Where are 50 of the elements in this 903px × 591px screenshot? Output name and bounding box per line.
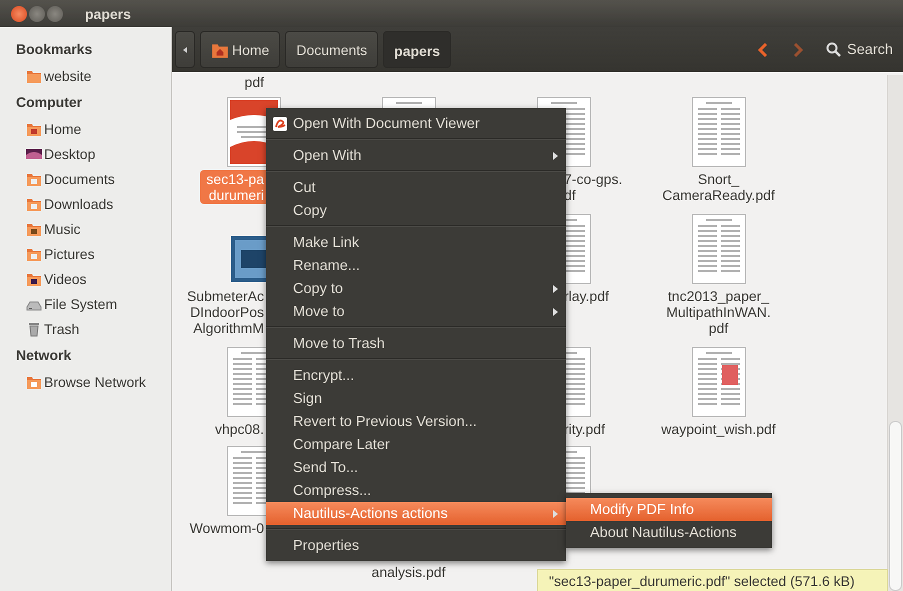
menu-item[interactable]: About Nautilus-Actions <box>566 521 772 544</box>
sidebar-item[interactable]: Music <box>0 216 171 241</box>
menu-item[interactable]: Encrypt... <box>266 364 566 387</box>
sidebar-item[interactable]: website <box>0 63 171 88</box>
sidebar-item[interactable]: Trash <box>0 316 171 341</box>
breadcrumb-button[interactable]: papers <box>383 31 452 68</box>
sidebar-item[interactable]: Videos <box>0 266 171 291</box>
pdf-thumbnail[interactable] <box>692 347 746 417</box>
file-name[interactable]: waypoint_wish.pdf <box>655 420 782 438</box>
sidebar-item[interactable]: Browse Network <box>0 369 171 394</box>
sidebar-item[interactable]: Home <box>0 116 171 141</box>
minimize-button[interactable] <box>29 6 45 22</box>
menu-item[interactable]: Open With <box>266 144 566 167</box>
submenu-arrow-icon <box>553 510 558 518</box>
menu-item[interactable]: Send To... <box>266 456 566 479</box>
sidebar-item[interactable]: Downloads <box>0 191 171 216</box>
search-button[interactable]: Search <box>818 42 893 58</box>
window-title: papers <box>85 6 131 22</box>
trash-icon <box>26 320 42 336</box>
file-name[interactable]: pdf <box>238 73 270 91</box>
sidebar-heading: Computer <box>15 93 84 112</box>
left-arrow-icon <box>183 46 187 52</box>
sidebar-item[interactable]: File System <box>0 291 171 316</box>
pdf-thumbnail[interactable] <box>692 214 746 284</box>
scrollbar[interactable] <box>887 75 903 591</box>
menu-item[interactable]: Open With Document Viewer <box>266 112 566 135</box>
file-name[interactable]: Snort_ CameraReady.pdf <box>656 170 781 204</box>
pdf-thumbnail[interactable] <box>692 97 746 167</box>
sidebar-item[interactable]: Desktop <box>0 141 171 166</box>
menu-item[interactable]: Compress... <box>266 479 566 502</box>
submenu-arrow-icon <box>553 152 558 160</box>
document-viewer-icon <box>273 116 287 130</box>
submenu-arrow-icon <box>553 284 558 292</box>
file-name[interactable]: analysis.pdf <box>366 563 452 581</box>
menu-item[interactable]: Make Link <box>266 231 566 254</box>
close-button[interactable] <box>11 6 27 22</box>
file-name[interactable]: tnc2013_paper_ MultipathInWAN. pdf <box>660 287 777 337</box>
status-tooltip: "sec13-paper_durumeric.pdf" selected (571.6 kB) <box>537 569 888 591</box>
breadcrumb-button[interactable]: Documents <box>285 31 378 68</box>
sidebar-heading: Bookmarks <box>15 40 94 59</box>
menu-item[interactable]: Rename... <box>266 254 566 277</box>
submenu-arrow-icon <box>553 308 558 316</box>
sidebar-heading: Network <box>15 346 72 365</box>
breadcrumb-button[interactable]: Home <box>200 31 280 68</box>
maximize-button[interactable] <box>47 6 63 22</box>
menu-item[interactable]: Sign <box>266 387 566 410</box>
search-icon <box>826 42 842 57</box>
sidebar-item[interactable]: Documents <box>0 166 171 191</box>
sidebar-item[interactable]: Pictures <box>0 241 171 266</box>
menu-item[interactable]: Properties <box>266 534 566 557</box>
